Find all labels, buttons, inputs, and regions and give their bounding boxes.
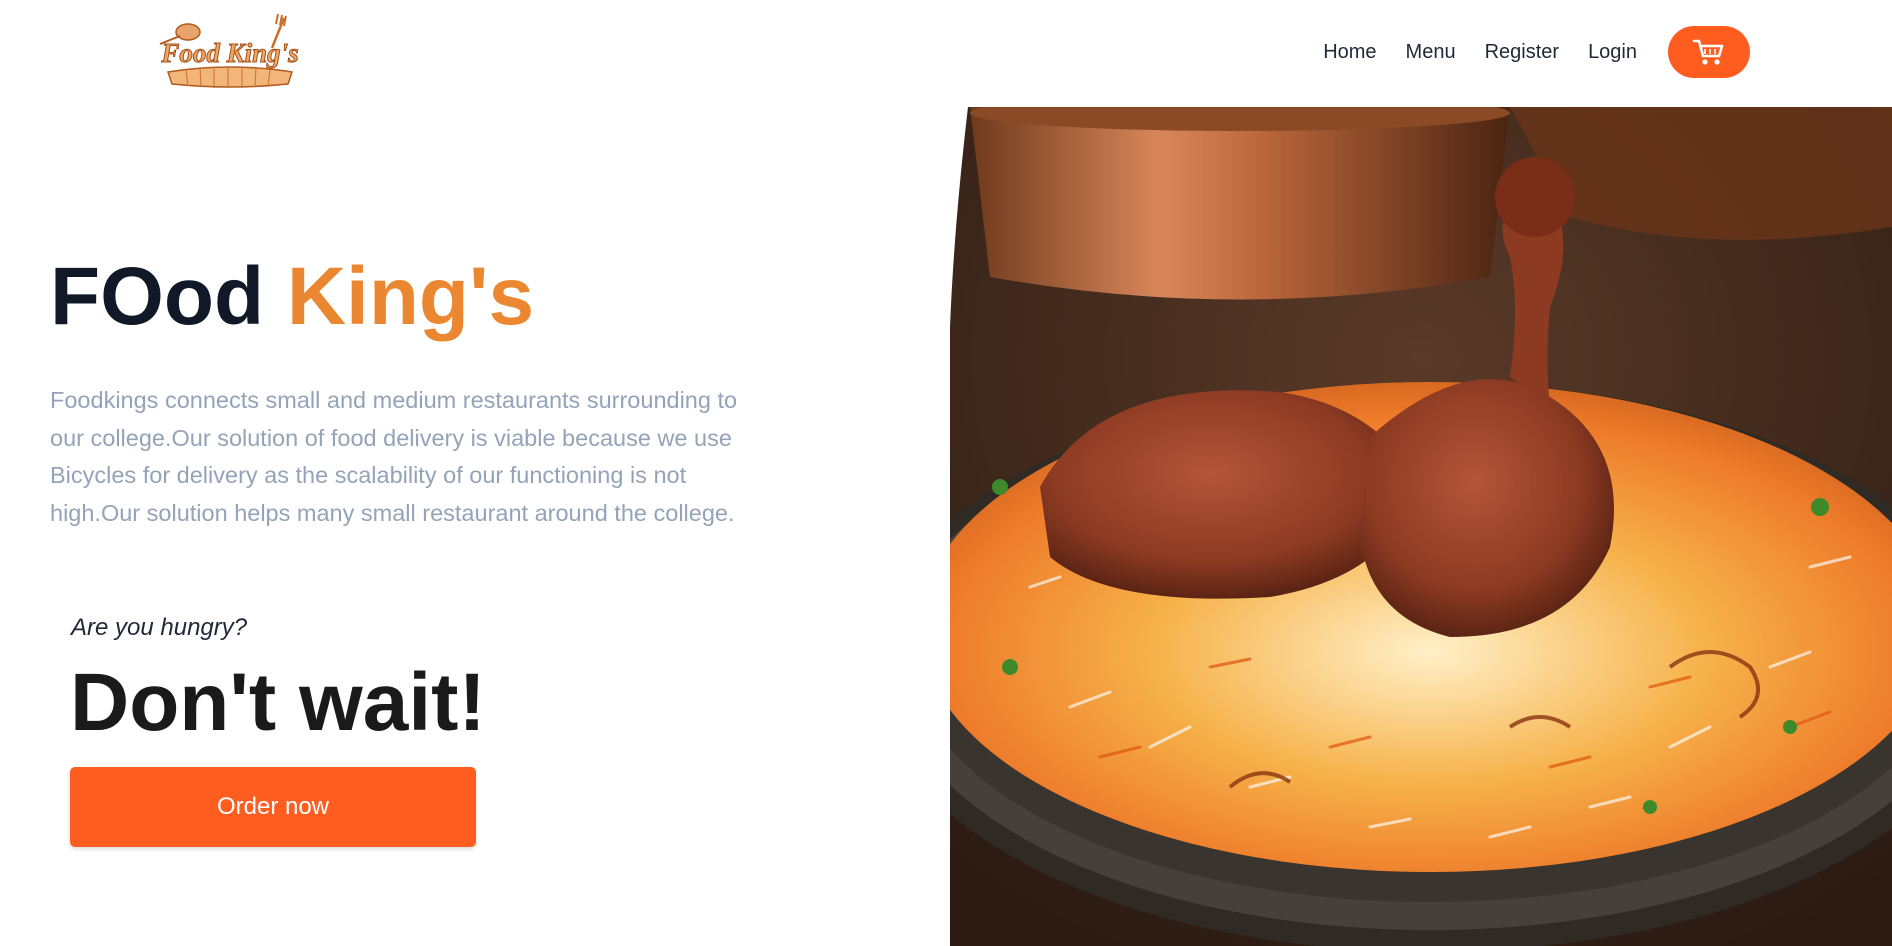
hero-food-image xyxy=(950,107,1892,946)
hero-description: Foodkings connects small and medium rest… xyxy=(50,387,738,526)
nav-login[interactable]: Login xyxy=(1588,41,1637,64)
nav-menu[interactable]: Menu xyxy=(1406,41,1456,64)
hero-title-accent: King's xyxy=(286,251,535,342)
hero-title: FOod King's xyxy=(50,256,534,338)
svg-text:Food King's: Food King's xyxy=(160,38,298,68)
hero-title-part1: FOod xyxy=(50,251,287,342)
cart-button[interactable] xyxy=(1668,26,1750,78)
brand-logo[interactable]: Food King's xyxy=(150,10,310,90)
nav-register[interactable]: Register xyxy=(1485,41,1559,64)
main-nav: Home Menu Register Login xyxy=(1323,26,1750,78)
shopping-cart-icon xyxy=(1692,39,1724,65)
biryani-plate-image xyxy=(950,107,1892,946)
hero-tagline: Are you hungry? xyxy=(71,614,248,641)
food-kings-logo-icon: Food King's xyxy=(159,13,299,88)
nav-home[interactable]: Home xyxy=(1323,41,1376,64)
hero-headline: Don't wait! xyxy=(70,657,486,748)
order-now-button[interactable]: Order now xyxy=(70,767,476,847)
